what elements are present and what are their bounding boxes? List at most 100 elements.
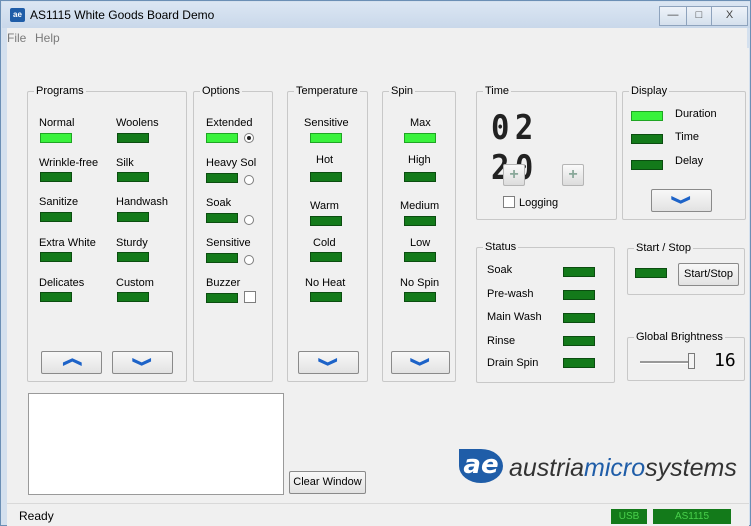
logo-text-micro: micro (584, 454, 646, 482)
spin-max-label: Max (410, 117, 431, 129)
option-heavy-soil-label: Heavy Sol (206, 157, 257, 169)
start-stop-led (635, 268, 667, 278)
minimize-icon: — (667, 9, 679, 21)
spin-no-spin-led[interactable] (404, 292, 436, 302)
display-duration-label: Duration (675, 108, 717, 120)
hours-plus-button[interactable]: + (503, 164, 525, 186)
status-title: Status (483, 241, 519, 253)
display-delay-label: Delay (675, 155, 704, 167)
minutes-plus-button[interactable]: + (562, 164, 584, 186)
title-bar[interactable]: ae AS1115 White Goods Board Demo — □ X (2, 2, 750, 28)
programs-title: Programs (34, 85, 86, 97)
temp-warm-led[interactable] (310, 216, 342, 226)
program-sturdy-label: Sturdy (116, 237, 148, 249)
spin-medium-label: Medium (400, 200, 440, 212)
logging-checkbox[interactable] (503, 196, 515, 208)
temp-hot-label: Hot (316, 154, 334, 166)
spin-low-label: Low (410, 237, 431, 249)
program-silk-led[interactable] (117, 172, 149, 182)
status-pre-wash-led (563, 290, 595, 300)
client-area: Programs Normal Woolens Wrinkle-free Sil… (7, 48, 749, 503)
option-extended-led[interactable] (206, 133, 238, 143)
option-soak-radio[interactable] (244, 215, 254, 225)
programs-down-button[interactable]: ❯ (112, 351, 173, 374)
spin-medium-led[interactable] (404, 216, 436, 226)
temperature-group: Temperature Sensitive Hot Warm Cold No H… (287, 85, 368, 382)
plus-icon: + (568, 166, 578, 183)
temp-cold-led[interactable] (310, 252, 342, 262)
program-delicates-led[interactable] (40, 292, 72, 302)
menu-bar: File Help (7, 28, 747, 48)
program-sanitize-led[interactable] (40, 212, 72, 222)
display-time-led[interactable] (631, 134, 663, 144)
device-indicator: AS1115 (653, 509, 731, 524)
program-woolens-led[interactable] (117, 133, 149, 143)
program-custom-label: Custom (116, 277, 154, 289)
display-down-button[interactable]: ❯ (651, 189, 712, 212)
company-logo-text: austriamicrosystems (509, 454, 737, 483)
temp-no-heat-label: No Heat (305, 277, 346, 289)
display-duration-led[interactable] (631, 111, 663, 121)
maximize-icon: □ (695, 9, 703, 21)
program-woolens-label: Woolens (116, 117, 159, 129)
maximize-button[interactable]: □ (686, 6, 712, 26)
temp-sensitive-led[interactable] (310, 133, 342, 143)
spin-down-button[interactable]: ❯ (391, 351, 450, 374)
program-normal-led[interactable] (40, 133, 72, 143)
chevron-up-icon: ❯ (60, 356, 82, 368)
spin-low-led[interactable] (404, 252, 436, 262)
option-heavy-soil-radio[interactable] (244, 175, 254, 185)
status-drain-spin-label: Drain Spin (487, 357, 539, 369)
brightness-slider-thumb[interactable] (688, 353, 695, 369)
option-soak-label: Soak (206, 197, 232, 209)
option-extended-label: Extended (206, 117, 253, 129)
program-wrinkle-free-led[interactable] (40, 172, 72, 182)
close-icon: X (725, 9, 734, 21)
display-delay-led[interactable] (631, 160, 663, 170)
option-buzzer-led[interactable] (206, 293, 238, 303)
minimize-button[interactable]: — (659, 6, 687, 26)
temp-hot-led[interactable] (310, 172, 342, 182)
program-normal-label: Normal (39, 117, 75, 129)
menu-help[interactable]: Help (35, 31, 60, 45)
display-group: Display Duration Time Delay ❯ (622, 85, 746, 220)
spin-max-led[interactable] (404, 133, 436, 143)
status-bar: Ready USB AS1115 (7, 503, 749, 526)
option-sensitive-radio[interactable] (244, 255, 254, 265)
logo-text-austria: austria (509, 454, 585, 482)
log-textarea[interactable] (28, 393, 284, 495)
option-buzzer-label: Buzzer (206, 277, 241, 289)
program-extra-white-label: Extra White (39, 237, 96, 249)
option-soak-led[interactable] (206, 213, 238, 223)
options-title: Options (200, 85, 242, 97)
close-button[interactable]: X (711, 6, 748, 26)
programs-up-button[interactable]: ❯ (41, 351, 102, 374)
temperature-down-button[interactable]: ❯ (298, 351, 359, 374)
austriamicrosystems-logo-icon: ae (459, 449, 503, 483)
option-sensitive-led[interactable] (206, 253, 238, 263)
chevron-down-icon: ❯ (671, 194, 693, 206)
spin-high-label: High (408, 154, 431, 166)
program-extra-white-led[interactable] (40, 252, 72, 262)
temp-no-heat-led[interactable] (310, 292, 342, 302)
brightness-value: 16 (714, 350, 736, 371)
option-buzzer-checkbox[interactable] (244, 291, 256, 303)
temp-warm-label: Warm (310, 200, 339, 212)
spin-high-led[interactable] (404, 172, 436, 182)
program-sturdy-led[interactable] (117, 252, 149, 262)
clear-window-button[interactable]: Clear Window (289, 471, 366, 494)
brightness-slider-track[interactable] (640, 361, 692, 364)
program-custom-led[interactable] (117, 292, 149, 302)
menu-file[interactable]: File (7, 31, 26, 45)
option-heavy-soil-led[interactable] (206, 173, 238, 183)
start-stop-button[interactable]: Start/Stop (678, 263, 739, 286)
program-handwash-led[interactable] (117, 212, 149, 222)
option-extended-radio[interactable] (244, 133, 254, 143)
usb-indicator: USB (611, 509, 647, 524)
logging-label: Logging (519, 197, 559, 209)
status-main-wash-label: Main Wash (487, 311, 542, 323)
display-title: Display (629, 85, 670, 97)
chevron-down-icon: ❯ (410, 356, 432, 368)
time-title: Time (483, 85, 512, 97)
temp-sensitive-label: Sensitive (304, 117, 349, 129)
